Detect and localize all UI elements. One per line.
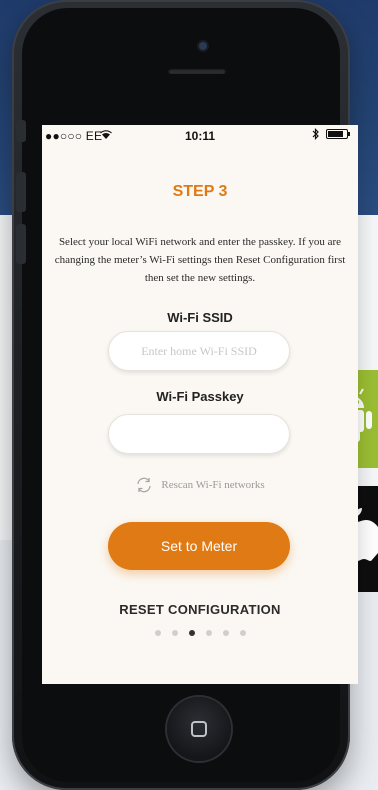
pagination-dot[interactable] [171, 630, 178, 636]
home-button-icon [191, 721, 207, 737]
ssid-input[interactable] [108, 331, 290, 371]
passkey-input[interactable] [108, 414, 290, 454]
earpiece-speaker [168, 68, 226, 74]
status-time: 10:11 [184, 129, 216, 143]
battery-tip [348, 132, 350, 136]
ssid-label: Wi-Fi SSID [167, 310, 233, 325]
bluetooth-icon [312, 128, 319, 140]
refresh-icon [137, 477, 152, 493]
pagination-dot[interactable] [222, 630, 229, 636]
battery-icon [326, 129, 350, 139]
rescan-networks-link[interactable]: Rescan Wi-Fi networks [42, 475, 358, 495]
pagination-dot[interactable] [205, 630, 212, 636]
home-button[interactable] [167, 697, 231, 761]
status-bar: ●●○○○ EE 10:11 [42, 125, 358, 147]
pagination-dot[interactable] [239, 630, 246, 636]
volume-up-button [16, 172, 26, 212]
volume-down-button [16, 224, 26, 264]
mute-switch [16, 120, 26, 142]
rescan-label: Rescan Wi-Fi networks [161, 479, 265, 491]
pagination-dot[interactable] [154, 630, 161, 636]
reset-configuration-link[interactable]: RESET CONFIGURATION [42, 602, 358, 617]
passkey-label: Wi-Fi Passkey [156, 389, 244, 404]
pagination-dots [42, 630, 358, 636]
front-camera [199, 42, 207, 50]
battery-level [328, 131, 343, 137]
instructions-text: Select your local WiFi network and enter… [54, 236, 346, 284]
set-to-meter-button[interactable]: Set to Meter [108, 522, 290, 570]
app-screen: ●●○○○ EE 10:11 STEP 3 Select your local … [42, 125, 358, 684]
status-right-icons [312, 128, 350, 140]
pagination-dot[interactable] [188, 630, 195, 636]
step-title: STEP 3 [172, 183, 228, 200]
